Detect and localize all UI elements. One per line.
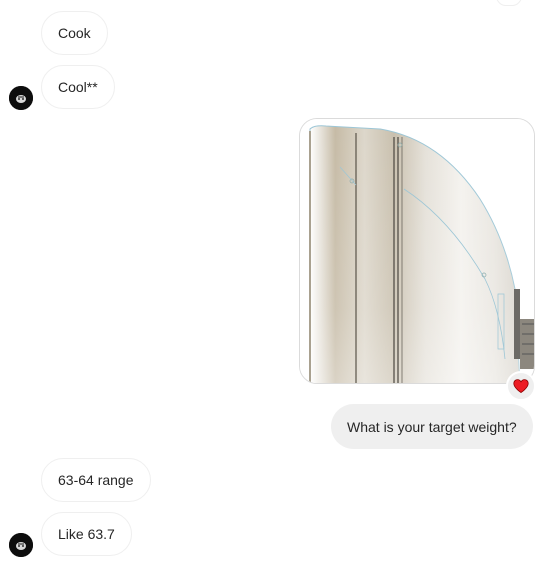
message-text: Cool**: [58, 79, 98, 95]
avatar-icon: [9, 533, 33, 557]
previous-message-fragment: [496, 0, 522, 6]
outgoing-message-bubble[interactable]: What is your target weight?: [331, 404, 533, 449]
incoming-message-bubble[interactable]: 63-64 range: [41, 458, 151, 502]
message-text: What is your target weight?: [347, 418, 517, 435]
incoming-message-bubble[interactable]: Like 63.7: [41, 512, 132, 556]
sender-avatar[interactable]: [9, 533, 33, 557]
sender-avatar[interactable]: [9, 86, 33, 110]
message-text: Cook: [58, 25, 91, 41]
avatar-icon: [9, 86, 33, 110]
reaction-badge[interactable]: [506, 371, 536, 401]
shared-photo: [300, 119, 534, 383]
message-text: Like 63.7: [58, 526, 115, 542]
photo-message[interactable]: [299, 118, 535, 384]
incoming-message-bubble[interactable]: Cool**: [41, 65, 115, 109]
incoming-message-bubble[interactable]: Cook: [41, 11, 108, 55]
heart-icon: [513, 379, 529, 393]
message-text: 63-64 range: [58, 472, 134, 488]
